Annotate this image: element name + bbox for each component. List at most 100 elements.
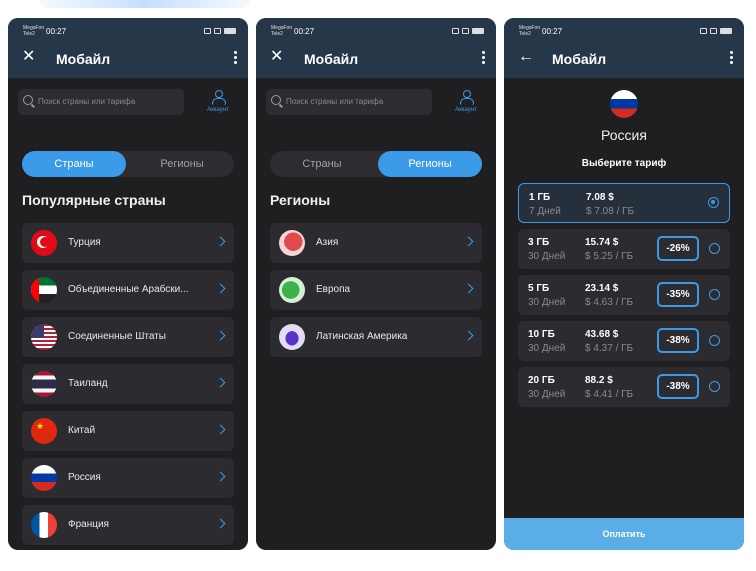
- tariff-option[interactable]: 5 ГБ 30 Дней 23.14 $ $ 4.63 / ГБ -35%: [518, 275, 730, 315]
- list-item-thailand[interactable]: Таиланд: [22, 364, 234, 404]
- list-item-usa[interactable]: Соединенные Штаты: [22, 317, 234, 357]
- flag-france-icon: [31, 512, 57, 538]
- account-button[interactable]: Аккаунт: [198, 90, 238, 113]
- flag-russia-icon: [31, 465, 57, 491]
- chevron-right-icon: [463, 236, 474, 247]
- tariff-volume: 3 ГБ: [528, 237, 550, 248]
- list-item-label: Россия: [68, 472, 101, 483]
- europe-map-icon: [279, 277, 305, 303]
- chevron-right-icon: [463, 283, 474, 294]
- discount-badge: -26%: [657, 236, 699, 261]
- radio-button[interactable]: [709, 335, 720, 346]
- list-item-label: Франция: [68, 519, 109, 530]
- country-name: Россия: [601, 127, 647, 143]
- search-input[interactable]: Поиск страны или тарифа: [18, 89, 184, 115]
- list-item-asia[interactable]: Азия: [270, 223, 482, 263]
- tab-countries[interactable]: Страны: [270, 151, 374, 177]
- list-item-label: Объединенные Арабски...: [68, 284, 189, 295]
- tariff-option[interactable]: 20 ГБ 30 Дней 88.2 $ $ 4.41 / ГБ -38%: [518, 367, 730, 407]
- tariff-list: 1 ГБ 7 Дней 7.08 $ $ 7.08 / ГБ 3 ГБ 30 Д…: [518, 183, 730, 413]
- list-item-france[interactable]: Франция: [22, 505, 234, 545]
- app-bar: MegaFon Tele2 00:27 ✕ Мобайл: [256, 18, 496, 78]
- segmented-control: Страны Регионы: [22, 151, 234, 177]
- close-icon[interactable]: ✕: [270, 49, 283, 65]
- tariff-duration: 30 Дней: [528, 297, 566, 308]
- tariff-price: 88.2 $: [585, 375, 613, 386]
- user-icon: [460, 90, 474, 105]
- chevron-right-icon: [215, 330, 226, 341]
- tariff-price: 15.74 $: [585, 237, 619, 248]
- screen-regions: MegaFon Tele2 00:27 ✕ Мобайл Поиск стран…: [256, 18, 496, 550]
- wifi-icon: [700, 28, 707, 34]
- clock: 00:27: [294, 27, 315, 36]
- more-vert-icon[interactable]: [233, 51, 237, 64]
- discount-badge: -35%: [657, 282, 699, 307]
- region-list: Азия Европа Латинская Америка: [270, 223, 482, 364]
- search-input[interactable]: Поиск страны или тарифа: [266, 89, 432, 115]
- status-bar: MegaFon Tele2 00:27: [504, 24, 744, 38]
- status-bar: MegaFon Tele2 00:27: [256, 24, 496, 38]
- tab-regions[interactable]: Регионы: [378, 151, 482, 177]
- discount-badge: -38%: [657, 374, 699, 399]
- tariff-price-per-gb: $ 7.08 / ГБ: [586, 206, 635, 217]
- choose-tariff-label: Выберите тариф: [581, 158, 667, 169]
- tariff-duration: 30 Дней: [528, 251, 566, 262]
- tariff-price-per-gb: $ 5.25 / ГБ: [585, 251, 634, 262]
- status-icons: [452, 28, 484, 34]
- radio-button[interactable]: [709, 381, 720, 392]
- segmented-control: Страны Регионы: [270, 151, 482, 177]
- carrier-label: MegaFon Tele2: [23, 25, 45, 37]
- account-button[interactable]: Аккаунт: [446, 90, 486, 113]
- tariff-price: 43.68 $: [585, 329, 619, 340]
- radio-button[interactable]: [709, 243, 720, 254]
- list-item-uae[interactable]: Объединенные Арабски...: [22, 270, 234, 310]
- list-item-label: Соединенные Штаты: [68, 331, 166, 342]
- tariff-price-per-gb: $ 4.63 / ГБ: [585, 297, 634, 308]
- tariff-option[interactable]: 3 ГБ 30 Дней 15.74 $ $ 5.25 / ГБ -26%: [518, 229, 730, 269]
- tariff-price-per-gb: $ 4.37 / ГБ: [585, 343, 634, 354]
- tariff-duration: 30 Дней: [528, 343, 566, 354]
- list-item-china[interactable]: Китай: [22, 411, 234, 451]
- list-item-label: Европа: [316, 284, 351, 295]
- latin-america-map-icon: [279, 324, 305, 350]
- discount-badge: -38%: [657, 328, 699, 353]
- tariff-option[interactable]: 1 ГБ 7 Дней 7.08 $ $ 7.08 / ГБ: [518, 183, 730, 223]
- search-icon: [23, 95, 33, 105]
- clock: 00:27: [46, 27, 67, 36]
- flag-uae-icon: [31, 277, 57, 303]
- search-placeholder: Поиск страны или тарифа: [38, 97, 136, 106]
- battery-icon: [224, 28, 236, 34]
- tariff-price: 7.08 $: [586, 192, 614, 203]
- pay-button[interactable]: Оплатить: [504, 518, 744, 550]
- back-arrow-icon[interactable]: ←: [518, 49, 534, 65]
- battery-icon: [472, 28, 484, 34]
- wifi-icon: [452, 28, 459, 34]
- close-icon[interactable]: ✕: [22, 49, 35, 65]
- more-vert-icon[interactable]: [481, 51, 485, 64]
- list-item-label: Латинская Америка: [316, 331, 408, 342]
- list-item-latin-america[interactable]: Латинская Америка: [270, 317, 482, 357]
- tariff-option[interactable]: 10 ГБ 30 Дней 43.68 $ $ 4.37 / ГБ -38%: [518, 321, 730, 361]
- radio-button[interactable]: [708, 197, 719, 208]
- chevron-right-icon: [215, 518, 226, 529]
- page-title: Мобайл: [56, 51, 111, 67]
- country-list: Турция Объединенные Арабски... Соединенн…: [22, 223, 234, 550]
- top-glow-decoration: [40, 0, 250, 8]
- tab-regions[interactable]: Регионы: [130, 151, 234, 177]
- radio-button[interactable]: [709, 289, 720, 300]
- flag-china-icon: [31, 418, 57, 444]
- tab-countries[interactable]: Страны: [22, 151, 126, 177]
- list-item-europe[interactable]: Европа: [270, 270, 482, 310]
- list-item-russia[interactable]: Россия: [22, 458, 234, 498]
- asia-map-icon: [279, 230, 305, 256]
- status-icons: [204, 28, 236, 34]
- tariff-volume: 5 ГБ: [528, 283, 550, 294]
- tariff-duration: 30 Дней: [528, 389, 566, 400]
- flag-turkey-icon: [31, 230, 57, 256]
- more-vert-icon[interactable]: [729, 51, 733, 64]
- list-item-turkey[interactable]: Турция: [22, 223, 234, 263]
- flag-russia-icon: [610, 90, 638, 118]
- status-icons: [700, 28, 732, 34]
- screen-tariffs: MegaFon Tele2 00:27 ← Мобайл Россия Выбе…: [504, 18, 744, 550]
- chevron-right-icon: [215, 283, 226, 294]
